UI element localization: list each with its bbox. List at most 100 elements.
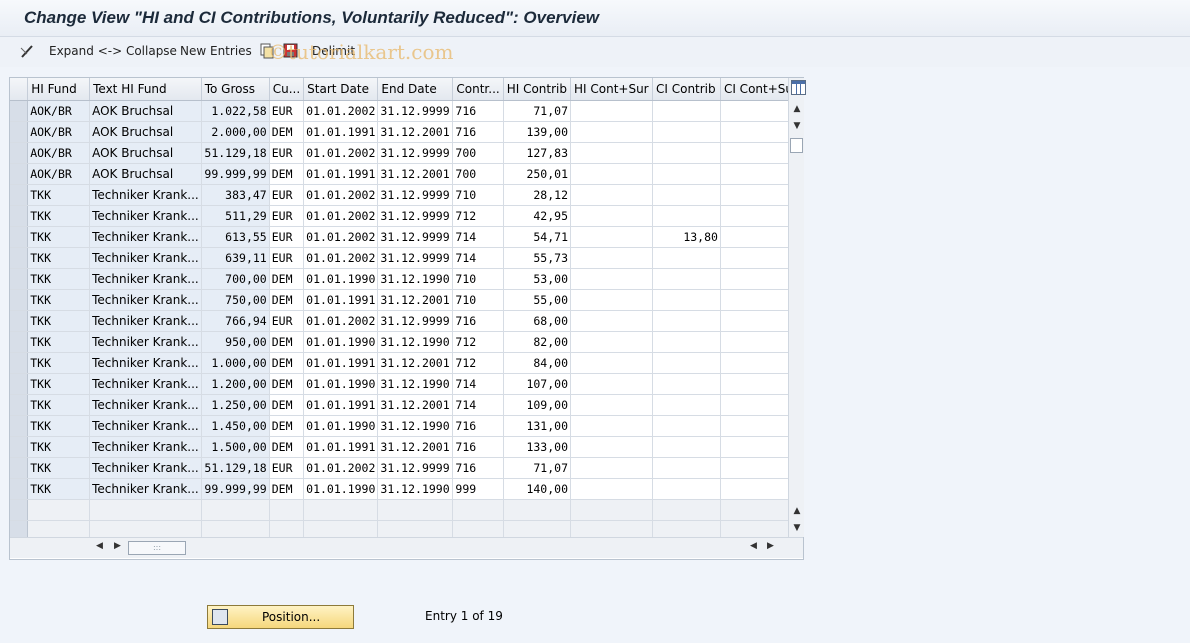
empty-cell[interactable] bbox=[570, 499, 653, 521]
cell-hi-contrib[interactable]: 28,12 bbox=[503, 184, 572, 206]
scroll-up-icon[interactable]: ▲ bbox=[791, 102, 803, 116]
column-header-to-gross[interactable]: To Gross bbox=[201, 78, 270, 101]
cell-hi-cont-sur[interactable] bbox=[570, 121, 653, 143]
horizontal-scroll-thumb[interactable]: ::: bbox=[128, 541, 186, 555]
cell-ci-contrib[interactable] bbox=[652, 436, 721, 458]
table-row[interactable]: AOK/BR AOK Bruchsal 2.000,00 DEM 01.01.1991 3… bbox=[10, 121, 804, 143]
cell-ci-contrib[interactable] bbox=[652, 142, 721, 164]
cell-ci-contrib[interactable]: 13,80 bbox=[652, 226, 721, 248]
cell-hi-contrib[interactable]: 133,00 bbox=[503, 436, 572, 458]
cell-hi-contrib[interactable]: 82,00 bbox=[503, 331, 572, 353]
column-header-hi-fund[interactable]: HI Fund bbox=[27, 78, 91, 101]
cell-ci-contrib[interactable] bbox=[652, 457, 721, 479]
cell-ci-contrib[interactable] bbox=[652, 289, 721, 311]
cell-hi-cont-sur[interactable] bbox=[570, 457, 653, 479]
row-selector[interactable] bbox=[10, 100, 29, 122]
row-selector[interactable] bbox=[10, 394, 29, 416]
cell-hi-cont-sur[interactable] bbox=[570, 415, 653, 437]
table-row[interactable]: AOK/BR AOK Bruchsal 99.999,99 DEM 01.01.1991… bbox=[10, 163, 804, 185]
column-header-text-hi-fund[interactable]: Text HI Fund bbox=[89, 78, 202, 101]
cell-hi-contrib[interactable]: 131,00 bbox=[503, 415, 572, 437]
cell-hi-contrib[interactable]: 42,95 bbox=[503, 205, 572, 227]
table-row[interactable]: TKK Techniker Krank... 950,00 DEM 01.01.1990… bbox=[10, 331, 804, 353]
table-row[interactable]: TKK Techniker Krank... 511,29 EUR 01.01.2002… bbox=[10, 205, 804, 227]
row-selector[interactable] bbox=[10, 436, 29, 458]
cell-hi-contrib[interactable]: 140,00 bbox=[503, 478, 572, 500]
empty-row[interactable] bbox=[10, 499, 804, 521]
cell-hi-cont-sur[interactable] bbox=[570, 142, 653, 164]
empty-cell[interactable] bbox=[652, 499, 721, 521]
column-header-hi-contrib[interactable]: HI Contrib bbox=[503, 78, 572, 101]
cell-hi-cont-sur[interactable] bbox=[570, 289, 653, 311]
scroll-down-icon[interactable]: ▼ bbox=[791, 119, 803, 133]
cell-hi-cont-sur[interactable] bbox=[570, 373, 653, 395]
empty-cell[interactable] bbox=[452, 499, 504, 521]
cell-ci-contrib[interactable] bbox=[652, 373, 721, 395]
scroll-left-end-icon[interactable]: ◀ bbox=[750, 541, 757, 551]
table-row[interactable]: TKK Techniker Krank... 1.000,00 DEM 01.01.19… bbox=[10, 352, 804, 374]
cell-hi-contrib[interactable]: 71,07 bbox=[503, 100, 572, 122]
cell-ci-contrib[interactable] bbox=[652, 184, 721, 206]
cell-hi-contrib[interactable]: 71,07 bbox=[503, 457, 572, 479]
column-header-hi-cont-sur[interactable]: HI Cont+Sur bbox=[570, 78, 653, 101]
row-selector[interactable] bbox=[10, 499, 29, 521]
cell-hi-contrib[interactable]: 250,01 bbox=[503, 163, 572, 185]
empty-cell[interactable] bbox=[89, 499, 202, 521]
cell-hi-cont-sur[interactable] bbox=[570, 331, 653, 353]
row-selector[interactable] bbox=[10, 205, 29, 227]
row-selector[interactable] bbox=[10, 331, 29, 353]
cell-hi-cont-sur[interactable] bbox=[570, 163, 653, 185]
cell-ci-contrib[interactable] bbox=[652, 478, 721, 500]
column-header-end-date[interactable]: End Date bbox=[377, 78, 454, 101]
cell-ci-contrib[interactable] bbox=[652, 205, 721, 227]
table-settings-icon[interactable] bbox=[791, 80, 806, 95]
row-selector[interactable] bbox=[10, 184, 29, 206]
table-row[interactable]: TKK Techniker Krank... 1.500,00 DEM 01.01.19… bbox=[10, 436, 804, 458]
vertical-scrollbar[interactable]: ▲ ▼ ▲ ▼ bbox=[788, 78, 806, 537]
cell-ci-contrib[interactable] bbox=[652, 310, 721, 332]
scroll-left-icon[interactable]: ◀ bbox=[96, 541, 103, 551]
cell-ci-contrib[interactable] bbox=[652, 352, 721, 374]
table-row[interactable]: TKK Techniker Krank... 1.200,00 DEM 01.01.19… bbox=[10, 373, 804, 395]
column-header-contribution[interactable]: Contr... bbox=[452, 78, 504, 101]
cell-hi-contrib[interactable]: 109,00 bbox=[503, 394, 572, 416]
position-button[interactable]: Position... bbox=[207, 605, 354, 629]
cell-hi-cont-sur[interactable] bbox=[570, 226, 653, 248]
scroll-right-end-icon[interactable]: ▶ bbox=[767, 541, 774, 551]
table-row[interactable]: TKK Techniker Krank... 383,47 EUR 01.01.2002… bbox=[10, 184, 804, 206]
row-selector[interactable] bbox=[10, 121, 29, 143]
scroll-right-icon[interactable]: ▶ bbox=[114, 541, 121, 551]
cell-hi-contrib[interactable]: 139,00 bbox=[503, 121, 572, 143]
table-row[interactable]: TKK Techniker Krank... 99.999,99 DEM 01.01.1… bbox=[10, 478, 804, 500]
row-selector[interactable] bbox=[10, 457, 29, 479]
scroll-thumb[interactable] bbox=[790, 138, 803, 153]
cell-hi-cont-sur[interactable] bbox=[570, 184, 653, 206]
row-selector[interactable] bbox=[10, 142, 29, 164]
cell-hi-cont-sur[interactable] bbox=[570, 205, 653, 227]
pencil-glasses-icon[interactable] bbox=[19, 43, 35, 59]
row-selector[interactable] bbox=[10, 247, 29, 269]
cell-hi-cont-sur[interactable] bbox=[570, 394, 653, 416]
select-all-header[interactable] bbox=[10, 78, 29, 101]
empty-cell[interactable] bbox=[503, 499, 572, 521]
cell-ci-contrib[interactable] bbox=[652, 100, 721, 122]
cell-hi-contrib[interactable]: 55,73 bbox=[503, 247, 572, 269]
cell-hi-cont-sur[interactable] bbox=[570, 436, 653, 458]
row-selector[interactable] bbox=[10, 163, 29, 185]
cell-hi-contrib[interactable]: 55,00 bbox=[503, 289, 572, 311]
column-header-ci-contrib[interactable]: CI Contrib bbox=[652, 78, 721, 101]
cell-ci-contrib[interactable] bbox=[652, 415, 721, 437]
cell-hi-cont-sur[interactable] bbox=[570, 247, 653, 269]
row-selector[interactable] bbox=[10, 226, 29, 248]
cell-hi-contrib[interactable]: 54,71 bbox=[503, 226, 572, 248]
table-row[interactable]: TKK Techniker Krank... 51.129,18 EUR 01.01.2… bbox=[10, 457, 804, 479]
cell-ci-contrib[interactable] bbox=[652, 268, 721, 290]
row-selector[interactable] bbox=[10, 415, 29, 437]
empty-cell[interactable] bbox=[269, 499, 305, 521]
horizontal-scrollbar[interactable]: ◀ ▶ ::: ◀ ▶ bbox=[10, 537, 803, 558]
cell-hi-contrib[interactable]: 53,00 bbox=[503, 268, 572, 290]
cell-hi-cont-sur[interactable] bbox=[570, 310, 653, 332]
table-row[interactable]: TKK Techniker Krank... 700,00 DEM 01.01.1990… bbox=[10, 268, 804, 290]
cell-hi-contrib[interactable]: 68,00 bbox=[503, 310, 572, 332]
table-row[interactable]: TKK Techniker Krank... 613,55 EUR 01.01.2002… bbox=[10, 226, 804, 248]
